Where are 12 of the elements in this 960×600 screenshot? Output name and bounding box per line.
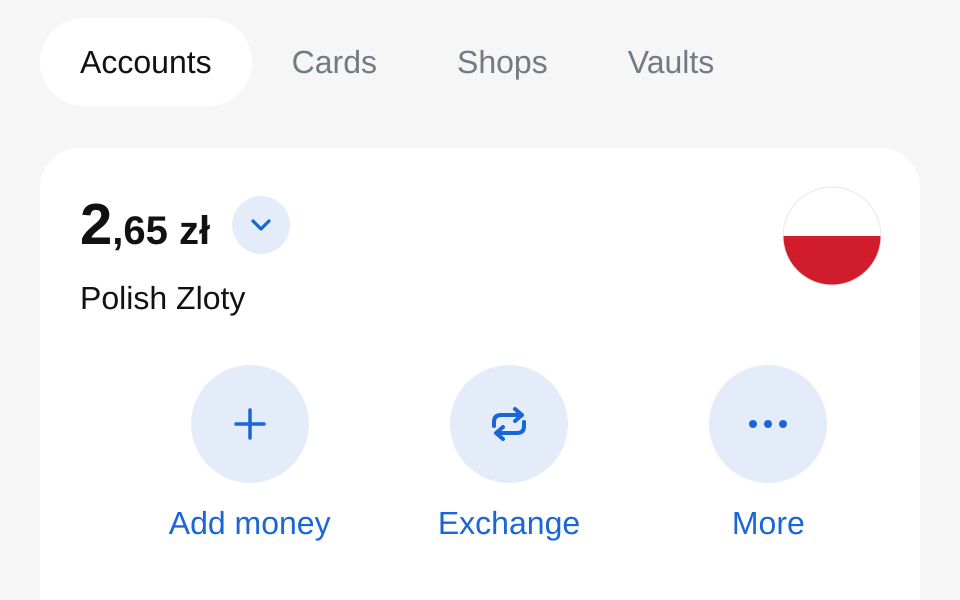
action-label[interactable]: Add money — [168, 505, 331, 542]
balance-amount: 2,65 zł — [80, 196, 210, 254]
tab[interactable]: Accounts — [40, 18, 252, 106]
more-icon — [748, 419, 788, 429]
currency-name: Polish Zloty — [80, 280, 246, 317]
tab[interactable]: Cards — [252, 18, 417, 106]
plus-icon — [232, 406, 268, 442]
action-label[interactable]: Exchange — [438, 505, 580, 542]
tab[interactable]: Vaults — [588, 18, 754, 106]
flag-icon — [782, 186, 882, 286]
action-label[interactable]: More — [732, 505, 805, 542]
tab[interactable]: Shops — [416, 18, 588, 106]
